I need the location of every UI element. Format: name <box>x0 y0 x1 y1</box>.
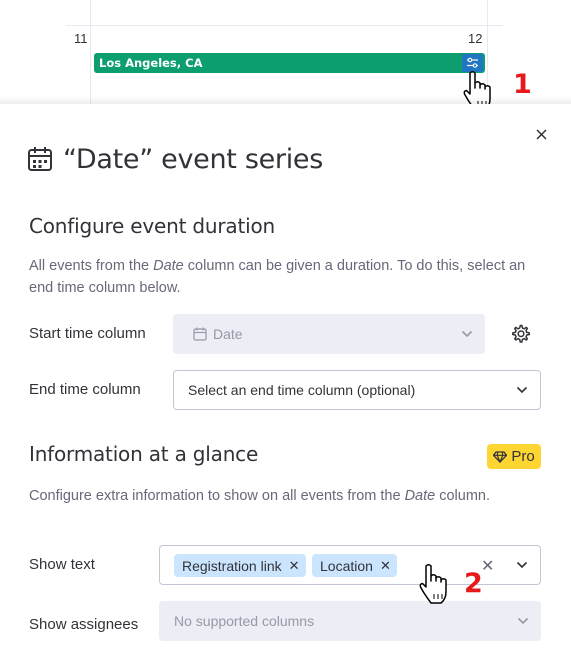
event-label: Los Angeles, CA <box>99 56 203 70</box>
chevron-down-icon <box>461 330 473 338</box>
show-assignees-label: Show assignees <box>29 616 139 633</box>
start-time-select: Date <box>173 314 485 354</box>
pro-badge[interactable]: Pro <box>487 444 541 469</box>
gear-icon[interactable] <box>511 324 531 344</box>
calendar-icon <box>193 327 207 341</box>
chip-registration-link[interactable]: Registration link ✕ <box>174 554 306 577</box>
chevron-down-icon[interactable] <box>516 561 528 569</box>
calendar-icon <box>28 147 52 171</box>
remove-chip-icon[interactable]: ✕ <box>380 558 391 574</box>
close-icon <box>535 128 547 140</box>
panel-title-row: “Date” event series <box>27 141 323 177</box>
clear-selection-icon[interactable]: ✕ <box>481 556 494 576</box>
end-time-select[interactable]: Select an end time column (optional) <box>173 370 541 410</box>
chip-location[interactable]: Location ✕ <box>312 554 397 577</box>
chip-label: Registration link <box>182 557 282 574</box>
calendar-event[interactable]: Los Angeles, CA <box>94 53 485 73</box>
calendar-row-divider <box>66 25 503 26</box>
sliders-icon <box>467 57 478 68</box>
pointer-cursor-icon <box>419 564 447 604</box>
diamond-icon <box>493 450 508 463</box>
day-number-12[interactable]: 12 <box>468 31 482 46</box>
remove-chip-icon[interactable]: ✕ <box>289 558 300 574</box>
start-time-label: Start time column <box>29 325 146 342</box>
panel-title: “Date” event series <box>63 143 324 175</box>
day-number-11[interactable]: 11 <box>74 31 88 46</box>
duration-description: All events from the Date column can be g… <box>29 258 526 296</box>
show-text-label: Show text <box>29 556 95 573</box>
calendar-divider <box>90 0 91 104</box>
show-assignees-select: No supported columns <box>159 601 541 641</box>
chevron-down-icon[interactable] <box>516 386 528 394</box>
end-time-placeholder: Select an end time column (optional) <box>188 382 416 398</box>
glance-section-title: Information at a glance <box>29 442 259 466</box>
pro-badge-label: Pro <box>511 448 535 465</box>
close-button[interactable] <box>531 124 551 144</box>
step-marker-2: 2 <box>464 568 483 599</box>
end-time-label: End time column <box>29 381 141 398</box>
show-assignees-placeholder: No supported columns <box>174 613 315 629</box>
chevron-down-icon <box>517 617 529 625</box>
duration-section-title: Configure event duration <box>29 214 275 238</box>
chip-label: Location <box>320 557 373 574</box>
start-time-value: Date <box>213 326 243 342</box>
glance-description: Configure extra information to show on a… <box>29 488 491 504</box>
